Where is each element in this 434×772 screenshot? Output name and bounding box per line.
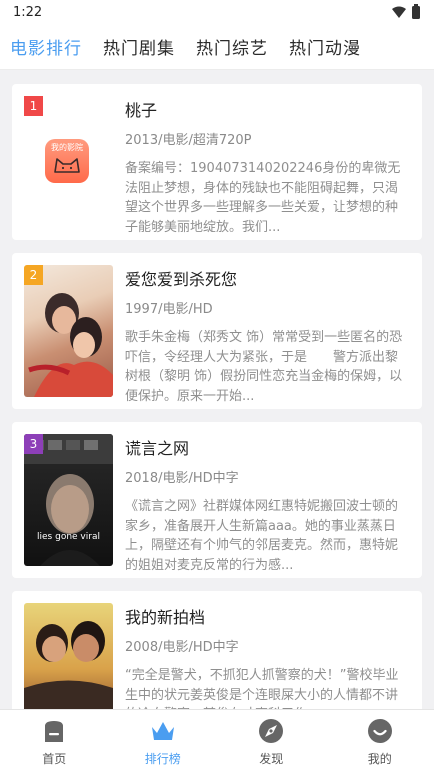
battery-icon bbox=[412, 3, 420, 19]
tab-movie-ranking[interactable]: 电影排行 bbox=[10, 34, 82, 59]
nav-profile-label: 我的 bbox=[367, 752, 392, 766]
movie-meta: 2013/电影/超清720P bbox=[125, 133, 252, 148]
status-icons bbox=[392, 3, 420, 19]
movie-description: 《谎言之网》社群媒体网红惠特妮搬回波士顿的家乡，准备展开人生新篇aaa。她的事业… bbox=[125, 499, 399, 573]
rank-badge: 3 bbox=[24, 434, 43, 454]
movie-poster-placeholder-icon: 我的影院 bbox=[45, 139, 89, 183]
home-icon bbox=[45, 721, 64, 742]
nav-home-label: 首页 bbox=[42, 752, 67, 766]
rank-badge: 2 bbox=[24, 265, 43, 285]
nav-ranking[interactable]: 排行榜 bbox=[109, 710, 218, 772]
wifi-icon bbox=[392, 6, 406, 18]
movie-poster: 3 lies gone viral bbox=[24, 434, 113, 566]
movie-card[interactable]: 1 我的影院 桃子 2013/电影/超清720P 备案编号：1904073140… bbox=[12, 84, 422, 240]
tab-hot-series[interactable]: 热门剧集 bbox=[103, 34, 175, 59]
movie-title: 谎言之网 bbox=[125, 439, 190, 458]
movie-card[interactable]: 3 lies gone viral 谎言之网 2018/电影/HD中字 《谎言之… bbox=[12, 422, 422, 578]
rank-badge: 1 bbox=[24, 96, 43, 116]
tab-hot-variety[interactable]: 热门综艺 bbox=[196, 34, 268, 59]
movie-description: 歌手朱金梅（郑秀文 饰）常常受到一些匿名的恐吓信，令经理人大为紧张，于是 警方派… bbox=[125, 330, 403, 404]
tab-hot-anime[interactable]: 热门动漫 bbox=[289, 34, 361, 59]
movie-title: 爱您爱到杀死您 bbox=[125, 270, 238, 289]
nav-ranking-label: 排行榜 bbox=[144, 752, 181, 766]
nav-home[interactable]: 首页 bbox=[0, 710, 109, 772]
smiley-icon bbox=[367, 719, 392, 743]
poster-caption: lies gone viral bbox=[37, 532, 100, 542]
poster-logo-text: 我的影院 bbox=[51, 143, 83, 152]
movie-title: 我的新拍档 bbox=[125, 608, 206, 627]
movie-meta: 2018/电影/HD中字 bbox=[125, 471, 239, 486]
category-tabs: 电影排行 热门剧集 热门综艺 热门动漫 bbox=[0, 24, 434, 70]
movie-list: 1 我的影院 桃子 2013/电影/超清720P 备案编号：1904073140… bbox=[12, 84, 422, 760]
status-time: 1:22 bbox=[13, 4, 43, 20]
movie-meta: 2008/电影/HD中字 bbox=[125, 640, 239, 655]
movie-description: 备案编号：1904073140202246身份的卑微无法阻止梦想，身体的残缺也不… bbox=[125, 161, 401, 235]
crown-icon bbox=[151, 722, 174, 740]
movie-meta: 1997/电影/HD bbox=[125, 302, 213, 317]
status-bar: 1:22 bbox=[0, 0, 434, 24]
bottom-nav: 首页 排行榜 发现 我的 bbox=[0, 709, 434, 772]
compass-icon bbox=[259, 719, 284, 743]
movie-card[interactable]: 2 爱您爱到杀死您 1997/电影/HD 歌手朱金梅（郑秀文 饰）常常受到一些匿… bbox=[12, 253, 422, 409]
nav-discover-label: 发现 bbox=[259, 752, 284, 766]
cat-face-icon bbox=[54, 158, 80, 173]
nav-discover[interactable]: 发现 bbox=[217, 710, 326, 772]
movie-poster: 2 bbox=[24, 265, 113, 397]
nav-profile[interactable]: 我的 bbox=[326, 710, 434, 772]
movie-title: 桃子 bbox=[125, 101, 158, 120]
